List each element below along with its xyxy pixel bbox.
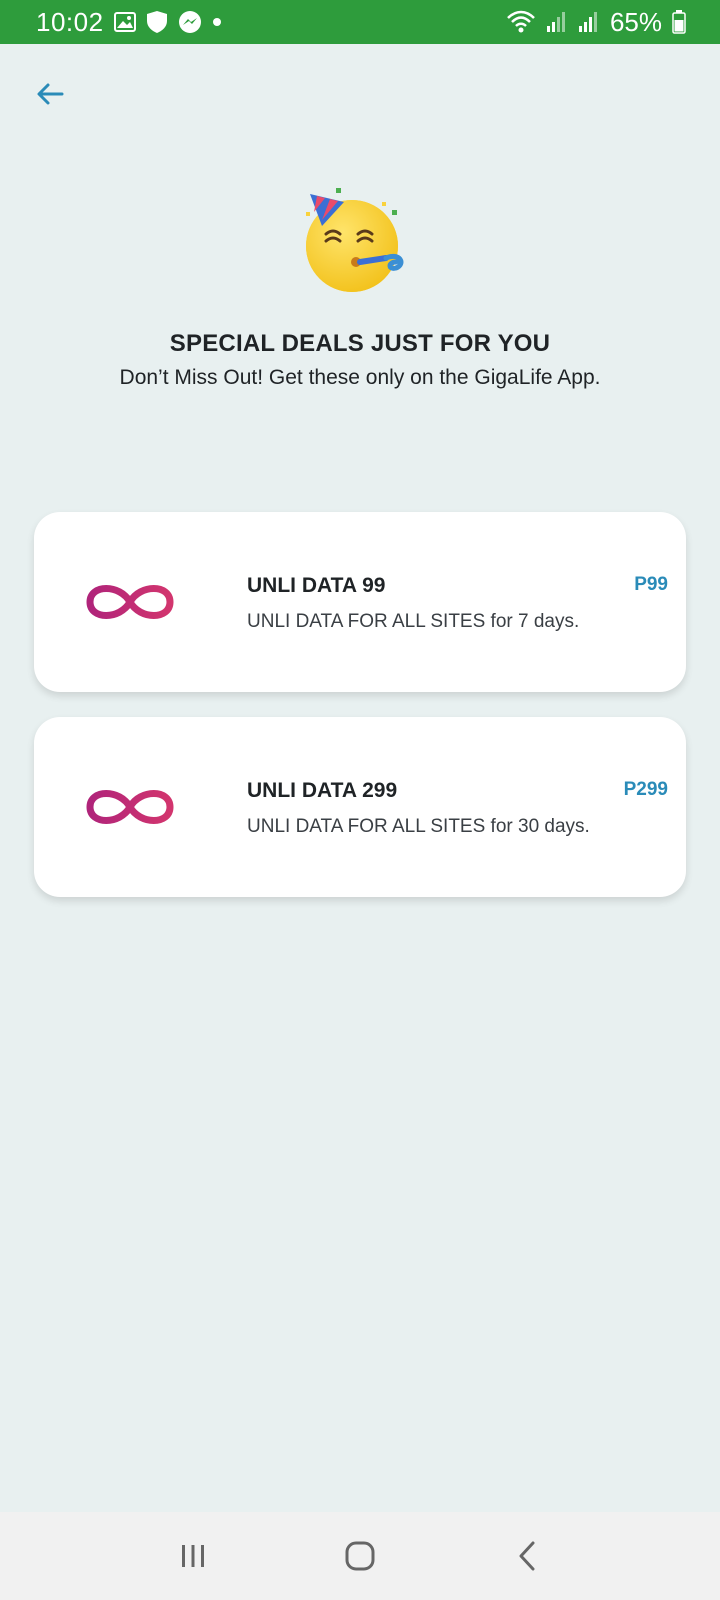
party-face-icon [300, 184, 420, 296]
deal-card-unli-data-299[interactable]: UNLI DATA 299 UNLI DATA FOR ALL SITES fo… [34, 717, 686, 897]
deal-description: UNLI DATA FOR ALL SITES for 7 days. [247, 611, 580, 632]
home-icon [345, 1541, 375, 1571]
home-button[interactable] [330, 1526, 390, 1586]
recent-apps-button[interactable] [163, 1526, 223, 1586]
infinity-icon [82, 576, 178, 628]
shield-icon [146, 10, 168, 34]
deal-title: UNLI DATA 99 [247, 574, 386, 597]
messenger-icon [178, 10, 202, 34]
signal-icon [546, 11, 568, 33]
infinity-icon [82, 781, 178, 833]
arrow-left-icon [37, 83, 64, 105]
wifi-icon [506, 10, 536, 34]
battery-percent: 65% [609, 6, 662, 37]
back-icon [519, 1541, 535, 1571]
page-title: SPECIAL DEALS JUST FOR YOU [169, 330, 551, 357]
deal-description: UNLI DATA FOR ALL SITES for 30 days. [247, 816, 590, 837]
dot-icon [212, 17, 222, 27]
deal-card-unli-data-99[interactable]: UNLI DATA 99 UNLI DATA FOR ALL SITES for… [34, 512, 686, 692]
status-time: 10:02 [36, 6, 104, 37]
status-right: 65% [506, 7, 686, 38]
signal-icon [578, 11, 600, 33]
deal-price: P299 [623, 779, 668, 800]
back-button[interactable] [30, 74, 70, 114]
system-nav-bar [0, 1512, 720, 1600]
recent-apps-icon [182, 1545, 205, 1567]
deal-price: P99 [634, 574, 668, 595]
status-bar: 10:02 65% [0, 0, 720, 44]
page-subtitle: Don’t Miss Out! Get these only on the Gi… [119, 366, 601, 389]
battery-icon [672, 10, 686, 34]
gallery-icon [113, 12, 136, 32]
nav-back-button[interactable] [497, 1526, 557, 1586]
deal-title: UNLI DATA 299 [247, 779, 398, 802]
status-left: 10:02 [36, 7, 222, 38]
